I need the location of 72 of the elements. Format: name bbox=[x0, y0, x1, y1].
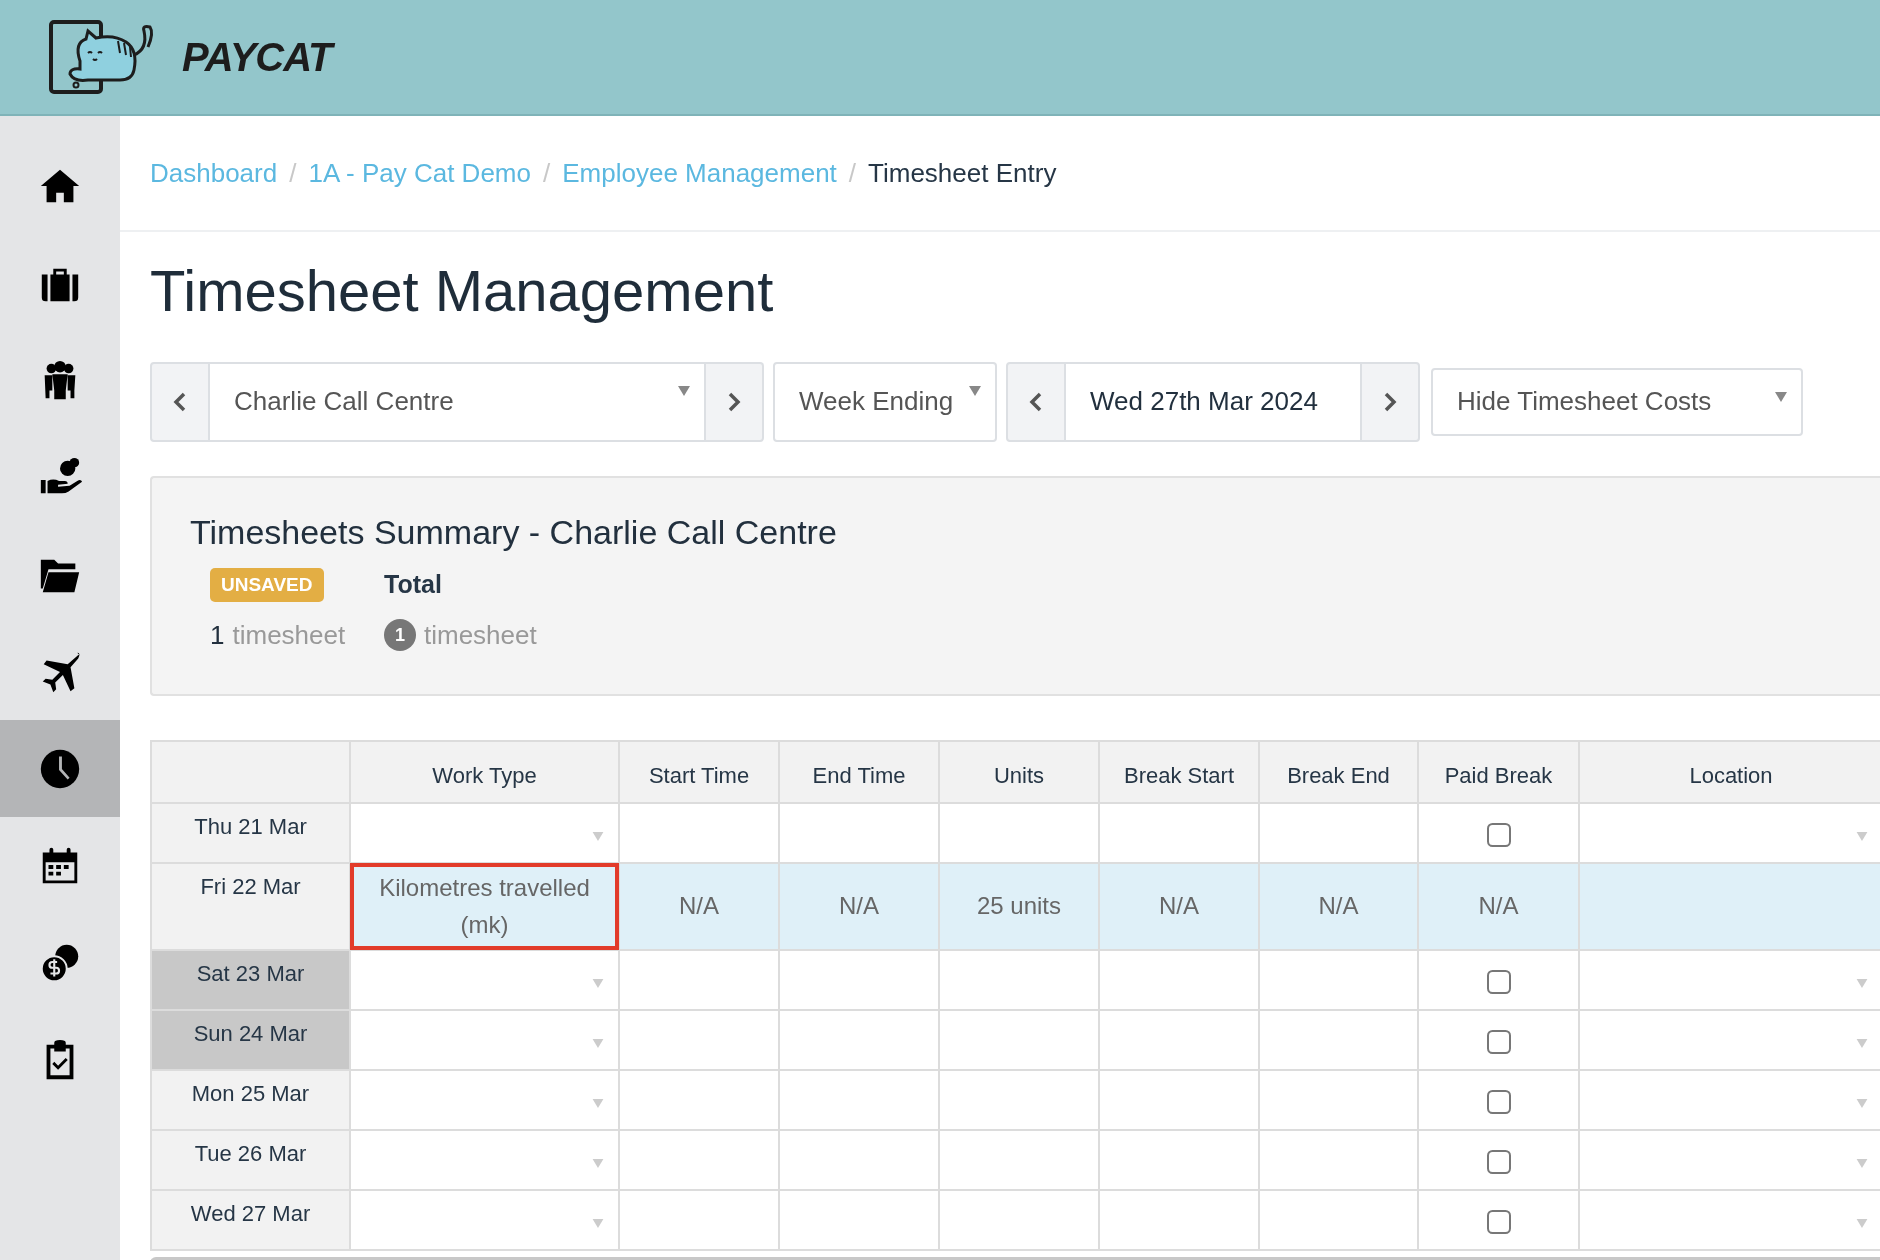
date-cell: Sat 23 Mar bbox=[151, 949, 350, 1010]
date-cell: Thu 21 Mar bbox=[151, 802, 350, 863]
caret-icon bbox=[592, 1098, 604, 1108]
caret-icon bbox=[592, 831, 604, 841]
status-badge: UNSAVED bbox=[210, 567, 324, 603]
total-label: Total bbox=[384, 569, 443, 601]
caret-icon bbox=[592, 1218, 604, 1228]
caret-icon bbox=[678, 385, 690, 396]
paid-break-checkbox[interactable] bbox=[1486, 1149, 1511, 1174]
date-cell: Tue 26 Mar bbox=[151, 1129, 350, 1190]
table-cell: N/A bbox=[779, 862, 939, 950]
caret-icon bbox=[1856, 1098, 1868, 1108]
location-dropdown[interactable] bbox=[1579, 1189, 1880, 1250]
location-dropdown[interactable] bbox=[1579, 949, 1880, 1010]
work-type-dropdown[interactable] bbox=[350, 802, 619, 863]
date-cell: Wed 27 Mar bbox=[151, 1189, 350, 1250]
table-cell: 25 units bbox=[939, 862, 1099, 950]
breadcrumb-separator: / bbox=[543, 156, 551, 190]
column-header: Paid Break bbox=[1418, 740, 1579, 803]
page-title: Timesheet Management bbox=[150, 257, 775, 325]
count-unit: timesheet bbox=[232, 618, 346, 652]
count-badge: 1 bbox=[384, 619, 416, 652]
date-cell: Mon 25 Mar bbox=[151, 1069, 350, 1130]
caret-icon bbox=[1856, 978, 1868, 988]
paid-break-checkbox[interactable] bbox=[1486, 1029, 1511, 1054]
summary-title: Timesheets Summary - Charlie Call Centre bbox=[190, 511, 838, 553]
column-header: Work Type bbox=[350, 740, 619, 803]
location-dropdown[interactable]: Charlie Call Centre bbox=[208, 363, 706, 440]
column-header: Start Time bbox=[619, 740, 779, 803]
location-dropdown[interactable] bbox=[1579, 802, 1880, 863]
date-cell: Fri 22 Mar bbox=[151, 862, 350, 950]
location-dropdown[interactable] bbox=[1579, 1009, 1880, 1070]
table-cell: N/A bbox=[1259, 862, 1418, 950]
date-field[interactable]: Wed 27th Mar 2024 bbox=[1064, 363, 1362, 440]
work-type-dropdown[interactable]: Kilometres travelled (mk) bbox=[350, 862, 619, 950]
paid-break-checkbox[interactable] bbox=[1486, 822, 1511, 847]
location-dropdown[interactable] bbox=[1579, 1069, 1880, 1130]
breadcrumb-current: Timesheet Entry bbox=[868, 156, 1057, 190]
column-header: Break Start bbox=[1099, 740, 1259, 803]
paid-break-checkbox[interactable] bbox=[1486, 1209, 1511, 1234]
location-dropdown[interactable] bbox=[1579, 1129, 1880, 1190]
caret-icon bbox=[1856, 1158, 1868, 1168]
date-cell: Sun 24 Mar bbox=[151, 1009, 350, 1070]
work-type-dropdown[interactable] bbox=[350, 949, 619, 1010]
caret-icon bbox=[1856, 831, 1868, 841]
paid-break-checkbox[interactable] bbox=[1486, 1089, 1511, 1114]
caret-icon bbox=[592, 978, 604, 988]
timesheet-count: 1 bbox=[210, 618, 225, 652]
count-unit: timesheet bbox=[424, 618, 537, 652]
table-cell: N/A bbox=[1099, 862, 1259, 950]
breadcrumb-separator: / bbox=[848, 156, 857, 190]
caret-icon bbox=[1856, 1038, 1868, 1048]
column-header: Units bbox=[939, 740, 1099, 803]
column-header: Break End bbox=[1259, 740, 1418, 803]
table-cell: N/A bbox=[619, 862, 779, 950]
caret-icon bbox=[1775, 391, 1787, 402]
caret-icon bbox=[592, 1038, 604, 1048]
sidebar-item[interactable] bbox=[0, 720, 120, 817]
work-type-dropdown[interactable] bbox=[350, 1069, 619, 1130]
period-type-dropdown[interactable]: Week Ending bbox=[773, 361, 997, 442]
column-header: End Time bbox=[779, 740, 939, 803]
caret-icon bbox=[592, 1158, 604, 1168]
costs-dropdown[interactable]: Hide Timesheet Costs bbox=[1431, 367, 1803, 436]
paid-break-checkbox[interactable] bbox=[1486, 969, 1511, 994]
work-type-dropdown[interactable] bbox=[350, 1189, 619, 1250]
caret-icon bbox=[969, 385, 981, 396]
table-cell: N/A bbox=[1418, 862, 1579, 950]
breadcrumb-separator: / bbox=[289, 156, 297, 190]
work-type-dropdown[interactable] bbox=[350, 1009, 619, 1070]
caret-icon bbox=[1856, 1218, 1868, 1228]
column-header: Location bbox=[1579, 740, 1880, 803]
work-type-dropdown[interactable] bbox=[350, 1129, 619, 1190]
